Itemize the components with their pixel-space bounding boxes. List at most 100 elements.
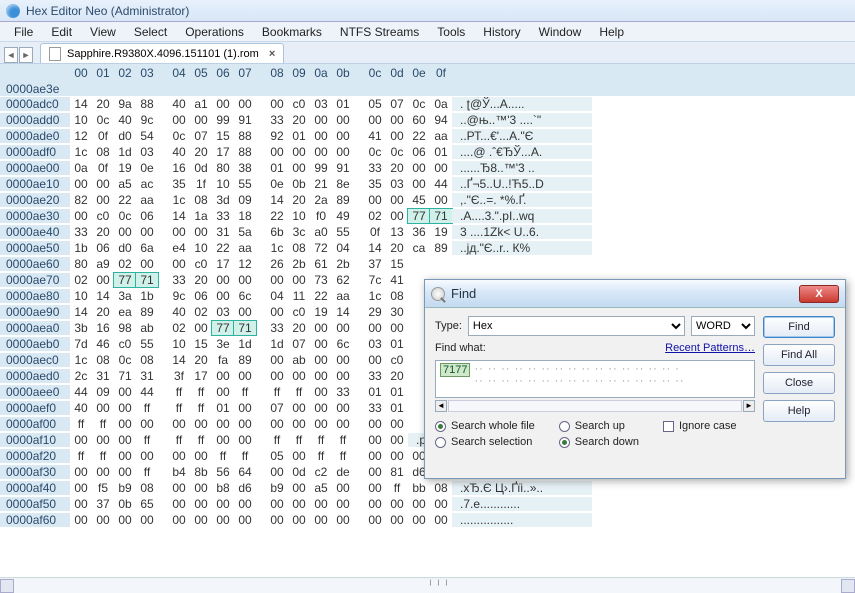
hex-byte[interactable]: 00 [310, 145, 332, 159]
hex-byte[interactable]: ff [190, 401, 212, 415]
find-hex-input[interactable]: 7177 ·· ·· ·· ·· ·· ·· ·· ·· ·· ·· ·· ··… [435, 360, 755, 398]
hex-byte[interactable]: 00 [212, 273, 234, 287]
hex-byte[interactable]: 00 [168, 113, 190, 127]
hex-byte[interactable]: 08 [92, 145, 114, 159]
hex-row[interactable]: 0000af6000000000000000000000000000000000… [0, 512, 855, 528]
hex-byte[interactable]: 3d [212, 193, 234, 207]
hex-byte[interactable]: 16 [168, 161, 190, 175]
hex-byte[interactable]: 1c [364, 289, 386, 303]
hex-byte[interactable]: 00 [386, 321, 408, 335]
hex-byte[interactable]: 1c [70, 145, 92, 159]
hex-byte[interactable]: 0f [364, 225, 386, 239]
hex-byte[interactable]: 0e [136, 161, 158, 175]
hex-byte[interactable]: 0b [288, 177, 310, 191]
hex-byte[interactable]: 62 [332, 273, 354, 287]
hex-byte[interactable]: 00 [114, 385, 136, 399]
hex-byte[interactable]: 40 [114, 113, 136, 127]
hex-byte[interactable]: 00 [234, 401, 256, 415]
hex-byte[interactable]: 06 [190, 289, 212, 303]
hex-byte[interactable]: d6 [234, 481, 256, 495]
hex-byte[interactable]: 40 [168, 97, 190, 111]
hex-byte[interactable]: 98 [114, 321, 136, 335]
hex-byte[interactable]: 07 [190, 129, 212, 143]
hex-byte[interactable]: ff [212, 449, 234, 463]
hex-row[interactable]: 0000ae3000c00c06141a33182210f04902007771… [0, 208, 855, 224]
hex-byte[interactable]: 14 [332, 305, 354, 319]
hex-byte[interactable]: 9c [168, 289, 190, 303]
hex-byte[interactable]: 00 [288, 449, 310, 463]
hex-byte[interactable]: 00 [364, 193, 386, 207]
hex-byte[interactable]: 00 [310, 337, 332, 351]
hex-byte[interactable]: 00 [168, 257, 190, 271]
hex-byte[interactable]: 00 [266, 305, 288, 319]
ascii-column[interactable]: ,."Є..=. *%.Ґ. [452, 193, 592, 207]
hex-byte[interactable]: 1f [190, 177, 212, 191]
hex-byte[interactable]: 20 [190, 273, 212, 287]
hex-byte[interactable]: 00 [288, 273, 310, 287]
hex-byte[interactable]: 1b [70, 241, 92, 255]
hex-byte[interactable]: 00 [408, 161, 430, 175]
close-button[interactable]: Close [763, 372, 835, 394]
hex-byte[interactable]: 44 [136, 385, 158, 399]
hex-byte[interactable]: 18 [234, 209, 256, 223]
hex-byte[interactable]: 04 [332, 241, 354, 255]
hex-byte[interactable]: 00 [168, 513, 190, 527]
ascii-column[interactable]: ..Ґ¬5..U..!Ћ5..D [452, 177, 592, 191]
hex-byte[interactable]: 2b [332, 257, 354, 271]
hex-byte[interactable]: 33 [332, 385, 354, 399]
hex-byte[interactable]: ff [92, 417, 114, 431]
hex-byte[interactable]: b4 [168, 465, 190, 479]
hex-byte[interactable]: f5 [92, 481, 114, 495]
hex-byte[interactable]: 00 [386, 209, 408, 223]
hex-byte[interactable]: 00 [310, 417, 332, 431]
menu-window[interactable]: Window [531, 23, 590, 41]
hex-byte[interactable]: 00 [92, 193, 114, 207]
hex-byte[interactable]: 00 [212, 369, 234, 383]
hex-byte[interactable]: 29 [364, 305, 386, 319]
hex-byte[interactable]: 10 [288, 209, 310, 223]
hex-byte[interactable]: 64 [234, 465, 256, 479]
hex-byte[interactable]: 00 [212, 385, 234, 399]
hex-byte[interactable]: 17 [212, 257, 234, 271]
ascii-column[interactable]: .А....3.".рI..wq [452, 209, 592, 223]
hex-byte[interactable]: 00 [364, 321, 386, 335]
hex-byte[interactable]: 00 [136, 513, 158, 527]
hex-byte[interactable]: 07 [288, 337, 310, 351]
hex-byte[interactable]: 9c [136, 113, 158, 127]
hex-byte[interactable]: 1c [168, 193, 190, 207]
hex-byte[interactable]: 06 [408, 145, 430, 159]
hex-byte[interactable]: 33 [212, 209, 234, 223]
hex-byte[interactable]: 00 [332, 353, 354, 367]
hex-byte[interactable]: 88 [234, 129, 256, 143]
hex-byte[interactable]: 33 [168, 273, 190, 287]
hex-byte[interactable]: 00 [212, 433, 234, 447]
hex-byte[interactable]: 00 [288, 417, 310, 431]
hex-byte[interactable]: 14 [70, 97, 92, 111]
hex-byte[interactable]: 04 [266, 289, 288, 303]
search-whole-file-radio[interactable]: Search whole file [435, 420, 535, 432]
hex-byte[interactable]: 0c [364, 145, 386, 159]
hex-byte[interactable]: 01 [212, 401, 234, 415]
hex-byte[interactable]: 60 [408, 113, 430, 127]
hex-byte[interactable]: 00 [136, 225, 158, 239]
hex-byte[interactable]: 14 [168, 209, 190, 223]
hex-byte[interactable]: ff [190, 385, 212, 399]
hex-byte[interactable]: 30 [386, 305, 408, 319]
hex-byte[interactable]: 00 [386, 113, 408, 127]
hex-byte[interactable]: 00 [70, 481, 92, 495]
hex-byte[interactable]: 02 [168, 321, 190, 335]
hex-byte[interactable]: ff [136, 401, 158, 415]
hex-byte[interactable]: 6b [266, 225, 288, 239]
hex-byte[interactable]: 00 [310, 513, 332, 527]
hex-byte[interactable]: 45 [408, 193, 430, 207]
hex-byte[interactable]: 19 [430, 225, 452, 239]
hex-byte[interactable]: 00 [234, 369, 256, 383]
hex-byte[interactable]: 00 [190, 497, 212, 511]
hex-byte[interactable]: 33 [70, 225, 92, 239]
hex-byte[interactable]: 00 [114, 401, 136, 415]
hex-byte[interactable]: 00 [430, 497, 452, 511]
hex-byte[interactable]: 07 [266, 401, 288, 415]
hex-byte[interactable]: 20 [288, 193, 310, 207]
hex-byte[interactable]: 03 [212, 305, 234, 319]
hex-byte[interactable]: 00 [234, 433, 256, 447]
